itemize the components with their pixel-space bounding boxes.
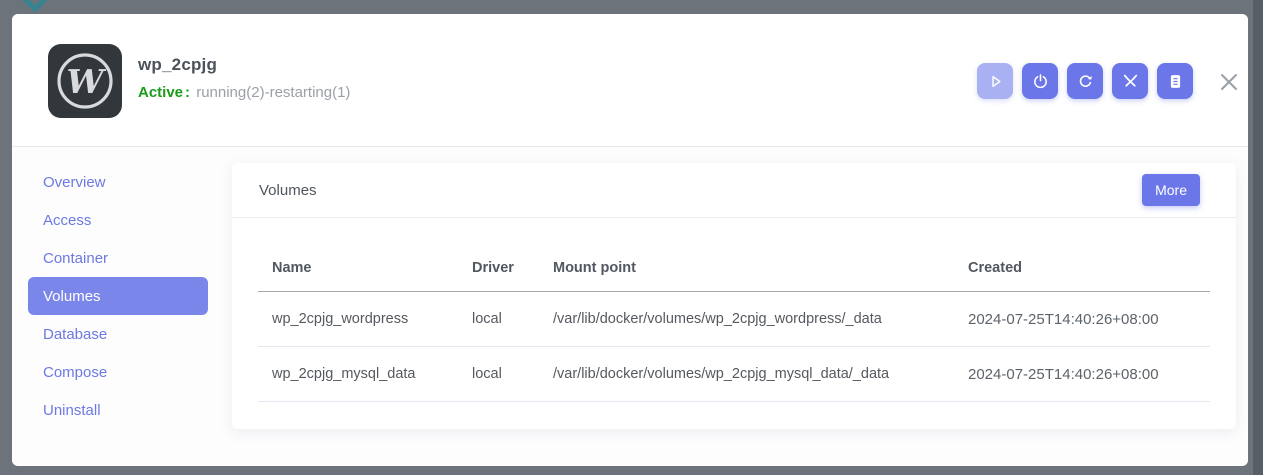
action-button-group [977, 63, 1193, 99]
background-scrollbar [1253, 0, 1263, 475]
sidebar-item-access[interactable]: Access [28, 201, 208, 239]
volumes-card: Volumes More Name Driver Mount point Cre… [232, 163, 1236, 429]
app-status-line: Active: running(2)-restarting(1) [138, 85, 350, 101]
sidebar-nav: Overview Access Container Volumes Databa… [12, 147, 220, 429]
background-logo-fragment [19, 0, 50, 13]
close-icon[interactable] [1218, 71, 1240, 93]
volume-created: 2024-07-25T14:40:26+08:00 [968, 311, 1210, 328]
volume-name-link[interactable]: wp_2cpjg_wordpress [258, 311, 472, 327]
logs-button[interactable] [1157, 63, 1193, 99]
volume-created: 2024-07-25T14:40:26+08:00 [968, 366, 1210, 383]
column-header-name: Name [258, 260, 472, 276]
volume-driver: local [472, 311, 553, 327]
tools-button[interactable] [1112, 63, 1148, 99]
column-header-mount: Mount point [553, 260, 968, 276]
restart-button[interactable] [1067, 63, 1103, 99]
volume-driver: local [472, 366, 553, 382]
app-details-modal: W wp_2cpjg Active: running(2)-restarting… [12, 14, 1248, 466]
card-title: Volumes [259, 182, 317, 199]
sidebar-item-container[interactable]: Container [28, 239, 208, 277]
logs-icon [1167, 73, 1184, 90]
modal-body: Overview Access Container Volumes Databa… [12, 147, 1248, 465]
wordpress-app-icon: W [48, 44, 122, 118]
power-icon [1032, 73, 1049, 90]
card-header: Volumes More [232, 163, 1236, 218]
play-icon [987, 73, 1004, 90]
volume-mount-point: /var/lib/docker/volumes/wp_2cpjg_wordpre… [553, 311, 968, 327]
modal-header: W wp_2cpjg Active: running(2)-restarting… [12, 14, 1248, 147]
column-header-driver: Driver [472, 260, 553, 276]
sidebar-item-overview[interactable]: Overview [28, 163, 208, 201]
column-header-created: Created [968, 260, 1210, 276]
table-row: wp_2cpjg_wordpress local /var/lib/docker… [258, 292, 1210, 347]
app-title: wp_2cpjg [138, 55, 350, 74]
power-button[interactable] [1022, 63, 1058, 99]
volume-mount-point: /var/lib/docker/volumes/wp_2cpjg_mysql_d… [553, 366, 968, 382]
wordpress-logo-icon: W [48, 44, 122, 118]
svg-text:W: W [66, 62, 106, 101]
restart-icon [1077, 73, 1094, 90]
table-header-row: Name Driver Mount point Created [258, 218, 1210, 292]
volume-name-link[interactable]: wp_2cpjg_mysql_data [258, 366, 472, 382]
title-block: wp_2cpjg Active: running(2)-restarting(1… [138, 55, 350, 101]
volumes-table: Name Driver Mount point Created wp_2cpjg… [258, 218, 1210, 402]
tools-icon [1122, 73, 1139, 90]
status-separator: : [185, 84, 190, 101]
sidebar-item-volumes[interactable]: Volumes [28, 277, 208, 315]
status-detail: running(2)-restarting(1) [196, 84, 350, 101]
sidebar-item-compose[interactable]: Compose [28, 353, 208, 391]
status-active-label: Active [138, 84, 183, 101]
start-button[interactable] [977, 63, 1013, 99]
more-button[interactable]: More [1142, 174, 1200, 206]
table-row: wp_2cpjg_mysql_data local /var/lib/docke… [258, 347, 1210, 402]
sidebar-item-database[interactable]: Database [28, 315, 208, 353]
sidebar-item-uninstall[interactable]: Uninstall [28, 391, 208, 429]
